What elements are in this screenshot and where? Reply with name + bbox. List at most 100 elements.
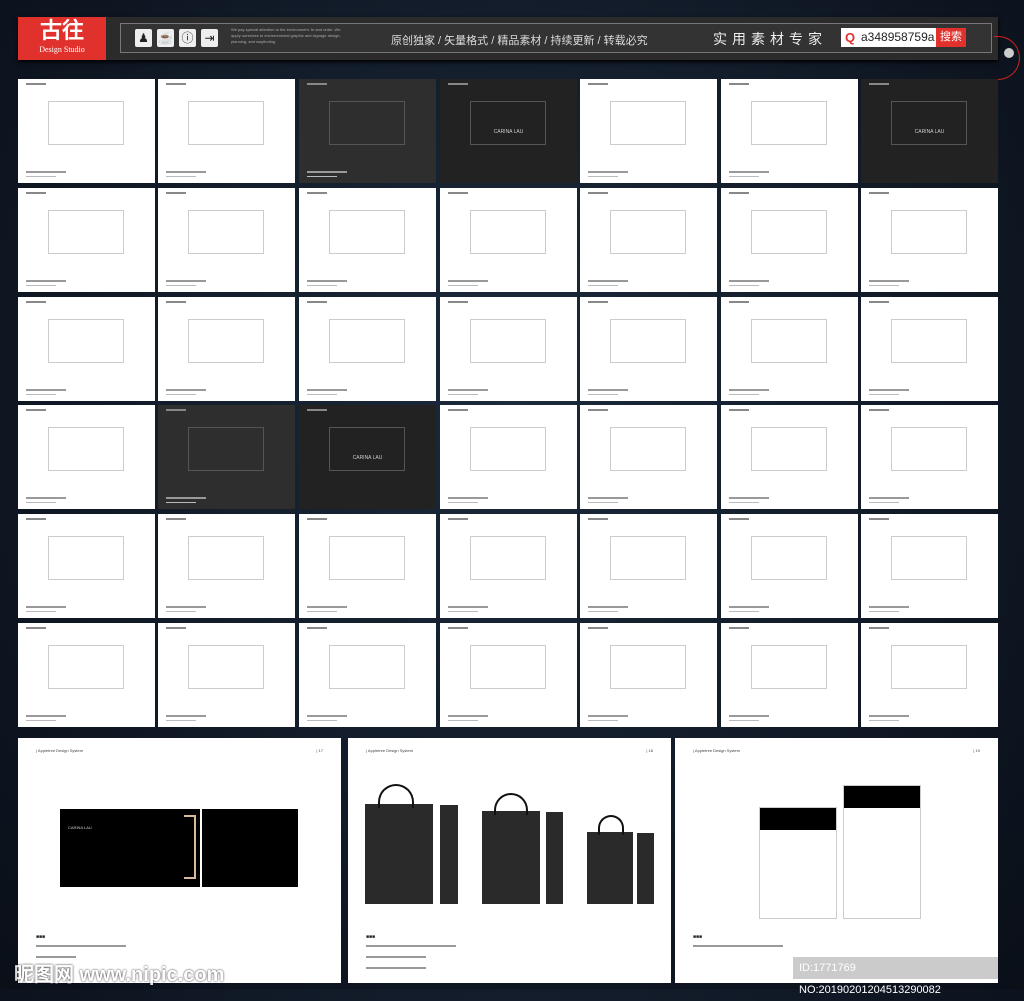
page-thumbnail[interactable] (299, 297, 436, 401)
page-thumbnail[interactable]: CARINA LAU (299, 405, 436, 509)
page-artwork (470, 319, 546, 363)
page-thumbnail[interactable] (721, 297, 858, 401)
page-artwork (751, 427, 827, 471)
page-thumbnail[interactable] (721, 405, 858, 509)
page-thumbnail[interactable] (158, 623, 295, 727)
page-thumbnail[interactable] (158, 79, 295, 183)
envelope-large (843, 785, 921, 919)
logo[interactable]: 古往 Design Studio (18, 17, 106, 60)
page-artwork (48, 319, 124, 363)
page-artwork (751, 319, 827, 363)
search-box: Q a348958759a 搜索 (841, 28, 966, 47)
page-artwork (188, 210, 264, 254)
search-input[interactable]: a348958759a (859, 28, 936, 47)
page-thumbnail[interactable] (18, 79, 155, 183)
page-thumbnail[interactable] (299, 79, 436, 183)
page-thumbnail[interactable] (580, 514, 717, 618)
large-page-envelopes[interactable]: | Appletree Design System | 19 ■■■ (675, 738, 998, 983)
page-artwork (329, 427, 405, 471)
page-artwork (470, 210, 546, 254)
page-artwork (891, 210, 967, 254)
page-artwork (470, 645, 546, 689)
page-thumbnail[interactable] (299, 188, 436, 292)
page-thumbnail[interactable] (580, 79, 717, 183)
page-thumbnail[interactable] (580, 405, 717, 509)
page-thumbnail[interactable] (158, 188, 295, 292)
page-artwork (891, 645, 967, 689)
page-thumbnail[interactable] (721, 188, 858, 292)
page-thumbnail[interactable] (440, 623, 577, 727)
page-artwork (470, 427, 546, 471)
page-thumbnail[interactable]: CARINA LAU (861, 79, 998, 183)
page-artwork (751, 536, 827, 580)
page-artwork (610, 645, 686, 689)
page-thumbnail[interactable] (299, 514, 436, 618)
page-thumbnail[interactable] (18, 623, 155, 727)
page-thumbnail[interactable] (861, 623, 998, 727)
large-page-bags[interactable]: | Appletree Design System | 18 ■■■ (348, 738, 671, 983)
page-artwork (188, 101, 264, 145)
page-artwork (48, 427, 124, 471)
page-artwork (188, 645, 264, 689)
image-id: ID:1771769 NO:20190201204513290082 (793, 957, 998, 996)
page-thumbnail[interactable] (861, 188, 998, 292)
page-thumbnail[interactable] (861, 405, 998, 509)
slogan: 原创独家 / 矢量格式 / 精品素材 / 持续更新 / 转载必究 (391, 35, 648, 47)
page-thumbnail[interactable] (580, 623, 717, 727)
page-artwork (188, 319, 264, 363)
site-header: 古往 Design Studio ♟ ☕ ⓘ ⇥ We pay special a… (18, 17, 1014, 60)
page-artwork (610, 210, 686, 254)
tagline-small: We pay special attention to the environm… (231, 27, 341, 44)
page-artwork (610, 319, 686, 363)
page-artwork (891, 319, 967, 363)
page-artwork (751, 101, 827, 145)
page-artwork (470, 101, 546, 145)
page-artwork (891, 101, 967, 145)
bag-small (587, 832, 633, 904)
page-thumbnail[interactable] (721, 79, 858, 183)
page-thumbnail[interactable] (580, 188, 717, 292)
bag-large (365, 804, 433, 904)
page-thumbnail[interactable] (721, 623, 858, 727)
page-artwork (329, 319, 405, 363)
page-artwork (329, 210, 405, 254)
header-bar: ♟ ☕ ⓘ ⇥ We pay special attention to the … (120, 23, 992, 53)
page-thumbnail[interactable] (861, 514, 998, 618)
page-thumbnail[interactable] (158, 514, 295, 618)
page-thumbnail[interactable] (18, 405, 155, 509)
page-artwork (329, 536, 405, 580)
page-thumbnail[interactable] (440, 297, 577, 401)
page-thumbnail[interactable] (299, 623, 436, 727)
search-icon: Q (841, 28, 859, 47)
large-page-folder[interactable]: | Appletree Design System | 17 CARINA LAU… (18, 738, 341, 983)
cord-decoration (994, 36, 1020, 80)
page-thumbnail[interactable]: CARINA LAU (440, 79, 577, 183)
info-icon: ⓘ (179, 29, 196, 47)
folder-back (202, 809, 298, 887)
page-thumbnail[interactable] (440, 188, 577, 292)
page-thumbnail[interactable] (158, 405, 295, 509)
page-artwork (329, 645, 405, 689)
page-thumbnail[interactable] (440, 405, 577, 509)
expert-title: 实用素材专家 (713, 31, 827, 47)
page-thumbnail[interactable] (18, 514, 155, 618)
page-artwork (751, 210, 827, 254)
page-artwork (188, 427, 264, 471)
search-button[interactable]: 搜索 (936, 28, 966, 47)
page-thumbnail[interactable] (18, 297, 155, 401)
bag-medium (482, 811, 540, 904)
page-artwork (610, 536, 686, 580)
page-artwork (751, 645, 827, 689)
page-artwork (48, 101, 124, 145)
page-thumbnail[interactable] (18, 188, 155, 292)
envelope-small (759, 807, 837, 919)
page-artwork (48, 536, 124, 580)
page-thumbnail[interactable] (721, 514, 858, 618)
page-artwork (188, 536, 264, 580)
page-thumbnail[interactable] (440, 514, 577, 618)
cup-icon: ☕ (157, 29, 174, 47)
page-artwork (891, 536, 967, 580)
page-thumbnail[interactable] (861, 297, 998, 401)
page-thumbnail[interactable] (158, 297, 295, 401)
page-thumbnail[interactable] (580, 297, 717, 401)
